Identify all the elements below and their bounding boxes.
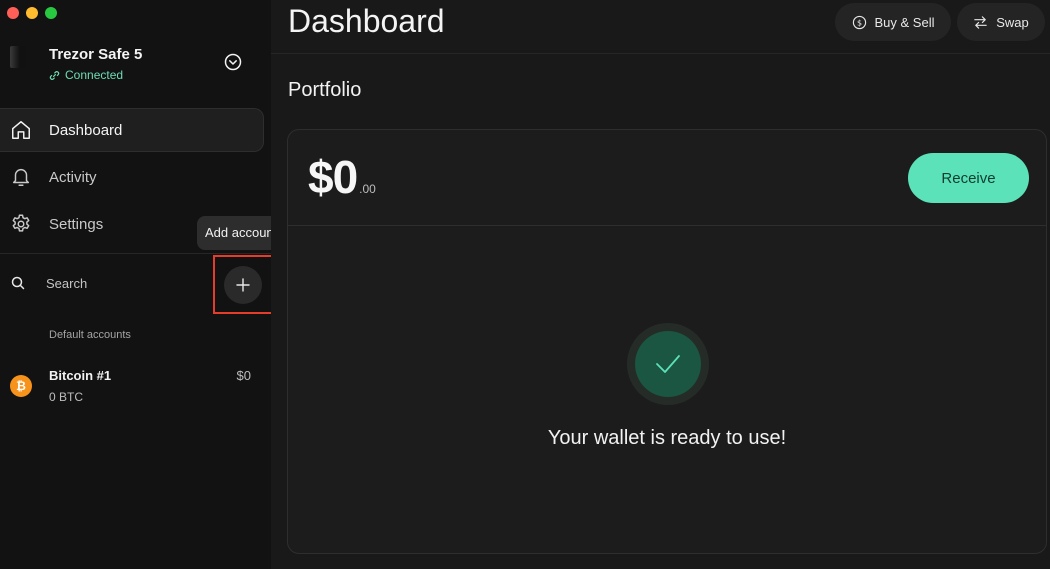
portfolio-title: Portfolio [288, 79, 362, 101]
nav-item-dashboard[interactable]: Dashboard [0, 108, 264, 152]
search-accounts[interactable]: Search [10, 275, 87, 291]
portfolio-amount-main: $0 [308, 151, 358, 203]
home-icon [12, 121, 30, 139]
portfolio-card: $0 .00 Receive Your wallet is ready to u… [287, 129, 1047, 554]
swap-button[interactable]: Swap [957, 3, 1045, 41]
swap-label: Swap [996, 14, 1029, 30]
svg-text:$: $ [856, 18, 861, 27]
receive-button[interactable]: Receive [908, 153, 1029, 203]
nav-item-label: Settings [49, 215, 104, 233]
bell-icon [12, 169, 30, 186]
account-item-bitcoin[interactable]: ₿ Bitcoin #1 0 BTC $0 [10, 366, 255, 408]
swap-arrows-icon [974, 15, 987, 29]
account-group-label: Default accounts [49, 329, 131, 341]
device-selector[interactable]: Trezor Safe 5 Connected [10, 44, 260, 88]
minimize-window-button[interactable] [26, 7, 38, 19]
wallet-ready-message: Your wallet is ready to use! [547, 427, 787, 449]
top-bar: Dashboard $ Buy & Sell Swap [271, 0, 1050, 54]
bitcoin-icon: ₿ [10, 375, 32, 397]
account-name: Bitcoin #1 [49, 368, 112, 383]
sidebar: Trezor Safe 5 Connected Dashboard Activi… [0, 0, 286, 569]
window-controls [7, 7, 57, 19]
search-icon [11, 276, 25, 290]
gear-icon [12, 214, 30, 232]
portfolio-amount: $0 .00 [308, 150, 376, 204]
success-badge [627, 323, 709, 405]
main-content: Dashboard $ Buy & Sell Swap Portfolio $0… [271, 0, 1050, 569]
highlight-box [213, 255, 274, 314]
buy-sell-button[interactable]: $ Buy & Sell [835, 3, 951, 41]
close-window-button[interactable] [7, 7, 19, 19]
sidebar-divider [0, 253, 271, 254]
nav-item-label: Activity [49, 168, 97, 186]
device-status-label: Connected [65, 68, 124, 82]
link-icon [49, 70, 60, 80]
page-title: Dashboard [288, 3, 445, 39]
checkmark-icon [656, 355, 680, 373]
device-image [10, 46, 26, 68]
buy-sell-label: Buy & Sell [874, 14, 935, 30]
account-fiat-value: $0 [236, 368, 251, 383]
maximize-window-button[interactable] [45, 7, 57, 19]
device-status: Connected [49, 68, 123, 82]
nav-item-label: Dashboard [49, 121, 123, 139]
card-divider [288, 225, 1046, 226]
dollar-circle-icon: $ [852, 15, 866, 29]
chevron-down-icon[interactable] [224, 53, 242, 71]
portfolio-amount-cents: .00 [359, 182, 376, 196]
nav-item-activity[interactable]: Activity [0, 155, 264, 199]
search-label: Search [46, 275, 88, 291]
account-balance: 0 BTC [49, 390, 84, 404]
device-name: Trezor Safe 5 [49, 46, 143, 63]
